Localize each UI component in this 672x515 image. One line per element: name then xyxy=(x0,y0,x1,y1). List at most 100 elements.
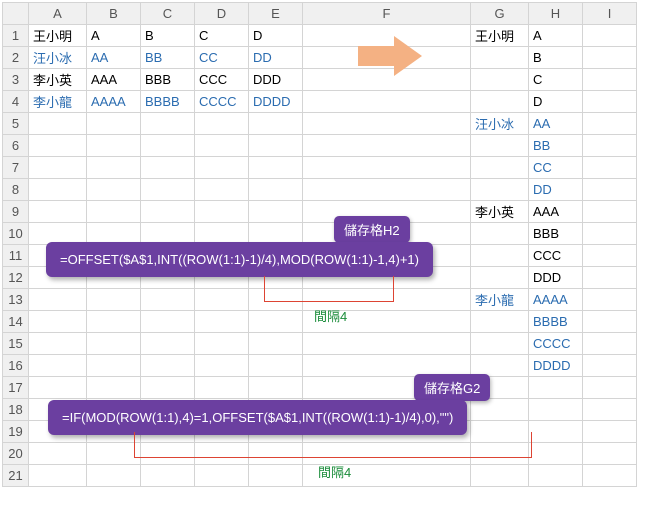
cell[interactable]: AAAA xyxy=(529,289,583,311)
row-header[interactable]: 11 xyxy=(3,245,29,267)
row-header[interactable]: 18 xyxy=(3,399,29,421)
cell[interactable] xyxy=(87,465,141,487)
cell[interactable] xyxy=(87,355,141,377)
cell[interactable]: DDD xyxy=(529,267,583,289)
cell[interactable] xyxy=(141,333,195,355)
cell[interactable]: 李小英 xyxy=(471,201,529,223)
cell[interactable] xyxy=(583,399,637,421)
cell[interactable] xyxy=(583,91,637,113)
row-header[interactable]: 20 xyxy=(3,443,29,465)
cell[interactable]: BBBB xyxy=(529,311,583,333)
cell[interactable]: BB xyxy=(529,135,583,157)
row-header[interactable]: 21 xyxy=(3,465,29,487)
cell[interactable] xyxy=(87,333,141,355)
cell[interactable] xyxy=(29,311,87,333)
row-header[interactable]: 17 xyxy=(3,377,29,399)
cell[interactable] xyxy=(249,179,303,201)
cell[interactable] xyxy=(471,311,529,333)
cell[interactable] xyxy=(583,223,637,245)
cell[interactable]: 李小龍 xyxy=(29,91,87,113)
cell[interactable]: CC xyxy=(195,47,249,69)
cell[interactable] xyxy=(141,465,195,487)
corner-cell[interactable] xyxy=(3,3,29,25)
cell[interactable]: C xyxy=(529,69,583,91)
cell[interactable]: AAA xyxy=(87,69,141,91)
cell[interactable] xyxy=(195,465,249,487)
cell[interactable]: DDD xyxy=(249,69,303,91)
cell[interactable]: D xyxy=(249,25,303,47)
cell[interactable] xyxy=(195,377,249,399)
cell[interactable] xyxy=(303,157,471,179)
cell[interactable] xyxy=(195,201,249,223)
cell[interactable] xyxy=(471,399,529,421)
cell[interactable] xyxy=(195,311,249,333)
cell[interactable] xyxy=(583,245,637,267)
row-header[interactable]: 9 xyxy=(3,201,29,223)
cell[interactable] xyxy=(471,47,529,69)
cell[interactable] xyxy=(249,157,303,179)
cell[interactable] xyxy=(583,267,637,289)
cell[interactable] xyxy=(87,135,141,157)
row-header[interactable]: 7 xyxy=(3,157,29,179)
cell[interactable]: AAA xyxy=(529,201,583,223)
cell[interactable]: 汪小冰 xyxy=(471,113,529,135)
cell[interactable] xyxy=(249,355,303,377)
cell[interactable] xyxy=(29,443,87,465)
col-header-F[interactable]: F xyxy=(303,3,471,25)
cell[interactable] xyxy=(249,333,303,355)
row-header[interactable]: 16 xyxy=(3,355,29,377)
col-header-G[interactable]: G xyxy=(471,3,529,25)
cell[interactable] xyxy=(141,355,195,377)
cell[interactable]: DD xyxy=(249,47,303,69)
cell[interactable] xyxy=(471,333,529,355)
cell[interactable] xyxy=(583,289,637,311)
cell[interactable] xyxy=(471,223,529,245)
cell[interactable]: BB xyxy=(141,47,195,69)
cell[interactable] xyxy=(583,465,637,487)
cell[interactable] xyxy=(195,179,249,201)
cell[interactable] xyxy=(471,179,529,201)
cell[interactable] xyxy=(471,465,529,487)
cell[interactable] xyxy=(141,179,195,201)
cell[interactable] xyxy=(141,311,195,333)
row-header[interactable]: 13 xyxy=(3,289,29,311)
cell[interactable] xyxy=(29,465,87,487)
cell[interactable]: 李小英 xyxy=(29,69,87,91)
cell[interactable] xyxy=(141,201,195,223)
cell[interactable] xyxy=(583,201,637,223)
cell[interactable] xyxy=(141,377,195,399)
cell[interactable]: 王小明 xyxy=(471,25,529,47)
cell[interactable] xyxy=(195,355,249,377)
cell[interactable] xyxy=(583,355,637,377)
cell[interactable] xyxy=(87,377,141,399)
cell[interactable]: 汪小冰 xyxy=(29,47,87,69)
cell[interactable] xyxy=(87,201,141,223)
cell[interactable]: C xyxy=(195,25,249,47)
cell[interactable] xyxy=(583,179,637,201)
cell[interactable] xyxy=(87,179,141,201)
cell[interactable] xyxy=(583,157,637,179)
cell[interactable] xyxy=(583,135,637,157)
cell[interactable] xyxy=(141,113,195,135)
cell[interactable] xyxy=(195,333,249,355)
col-header-I[interactable]: I xyxy=(583,3,637,25)
col-header-C[interactable]: C xyxy=(141,3,195,25)
cell[interactable] xyxy=(583,69,637,91)
cell[interactable] xyxy=(141,135,195,157)
cell[interactable] xyxy=(303,179,471,201)
cell[interactable] xyxy=(195,113,249,135)
cell[interactable] xyxy=(583,377,637,399)
cell[interactable] xyxy=(471,91,529,113)
row-header[interactable]: 1 xyxy=(3,25,29,47)
cell[interactable] xyxy=(29,179,87,201)
cell[interactable] xyxy=(583,443,637,465)
cell[interactable] xyxy=(471,245,529,267)
cell[interactable] xyxy=(87,289,141,311)
cell[interactable] xyxy=(249,377,303,399)
cell[interactable] xyxy=(583,113,637,135)
cell[interactable] xyxy=(471,69,529,91)
cell[interactable]: A xyxy=(529,25,583,47)
cell[interactable]: 王小明 xyxy=(29,25,87,47)
row-header[interactable]: 10 xyxy=(3,223,29,245)
cell[interactable] xyxy=(583,311,637,333)
